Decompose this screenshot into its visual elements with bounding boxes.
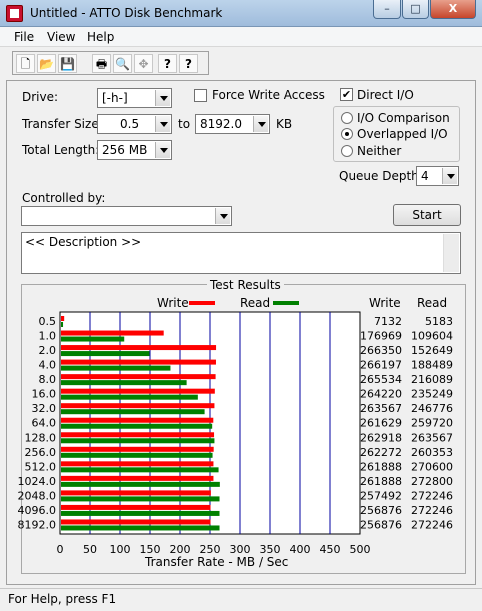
write-bar (61, 461, 214, 467)
category-label: 2.0 (39, 344, 57, 357)
x-tick-label: 400 (290, 543, 311, 556)
category-label: 128.0 (25, 431, 57, 444)
write-value: 256876 (360, 504, 402, 517)
category-label: 1024.0 (18, 475, 57, 488)
write-value: 266197 (360, 359, 402, 372)
read-value: 272246 (411, 504, 453, 517)
category-label: 8192.0 (18, 518, 57, 531)
write-value: 256876 (360, 518, 402, 531)
read-value: 246776 (411, 402, 453, 415)
read-value: 152649 (411, 344, 453, 357)
read-value: 272246 (411, 489, 453, 502)
read-bar (61, 322, 64, 327)
status-bar: For Help, press F1 (0, 588, 482, 611)
read-bar (61, 452, 213, 458)
write-bar (61, 446, 214, 452)
read-value: 5183 (425, 315, 453, 328)
write-bar (61, 345, 217, 351)
x-axis-label: Transfer Rate - MB / Sec (145, 555, 289, 569)
write-bar (61, 403, 215, 409)
category-label: 32.0 (32, 402, 57, 415)
write-value: 257492 (360, 489, 402, 502)
x-tick-label: 450 (320, 543, 341, 556)
category-label: 512.0 (25, 460, 57, 473)
write-value: 265534 (360, 373, 402, 386)
read-bar (61, 351, 150, 357)
write-bar (61, 490, 211, 496)
category-label: 8.0 (39, 373, 57, 386)
category-label: 16.0 (32, 388, 57, 401)
x-tick-label: 500 (350, 543, 371, 556)
category-label: 256.0 (25, 446, 57, 459)
read-value: 263567 (411, 431, 453, 444)
write-value: 261888 (360, 460, 402, 473)
read-value: 260353 (411, 446, 453, 459)
bar-chart: 0 50 100 150 200 250 300 350 400 450 5000.5 7132 518… (18, 311, 453, 556)
read-bar (61, 510, 220, 516)
write-bar (61, 374, 216, 380)
read-bar (61, 481, 220, 487)
read-value: 270600 (411, 460, 453, 473)
category-label: 4.0 (39, 359, 57, 372)
write-value: 176969 (360, 330, 402, 343)
read-value: 109604 (411, 330, 453, 343)
read-bar (61, 409, 205, 415)
read-bar (61, 496, 220, 502)
write-value: 261629 (360, 417, 402, 430)
write-value: 264220 (360, 388, 402, 401)
write-value: 7132 (374, 315, 402, 328)
read-value: 259720 (411, 417, 453, 430)
category-label: 0.5 (39, 315, 57, 328)
write-bar (61, 417, 214, 423)
write-bar (61, 475, 214, 481)
category-label: 1.0 (39, 330, 57, 343)
category-label: 4096.0 (18, 504, 57, 517)
read-bar (61, 525, 220, 531)
read-bar (61, 423, 213, 429)
write-bar (61, 504, 211, 510)
write-bar (61, 330, 164, 336)
write-bar (61, 519, 211, 525)
read-bar (61, 438, 215, 444)
x-tick-label: 50 (83, 543, 97, 556)
read-value: 272800 (411, 475, 453, 488)
write-value: 262272 (360, 446, 402, 459)
write-bar (61, 432, 215, 438)
read-bar (61, 467, 219, 473)
read-bar (61, 380, 187, 386)
write-value: 262918 (360, 431, 402, 444)
read-value: 272246 (411, 518, 453, 531)
x-tick-label: 100 (110, 543, 131, 556)
read-bar (61, 394, 198, 400)
read-bar (61, 365, 171, 371)
read-bar (61, 336, 125, 342)
write-value: 263567 (360, 402, 402, 415)
write-bar (61, 316, 65, 321)
write-bar (61, 388, 215, 394)
category-label: 2048.0 (18, 489, 57, 502)
write-value: 266350 (360, 344, 402, 357)
read-value: 216089 (411, 373, 453, 386)
read-value: 235249 (411, 388, 453, 401)
write-value: 261888 (360, 475, 402, 488)
write-bar (61, 359, 216, 365)
status-text: For Help, press F1 (8, 592, 117, 606)
read-value: 188489 (411, 359, 453, 372)
x-tick-label: 0 (57, 543, 64, 556)
category-label: 64.0 (32, 417, 57, 430)
